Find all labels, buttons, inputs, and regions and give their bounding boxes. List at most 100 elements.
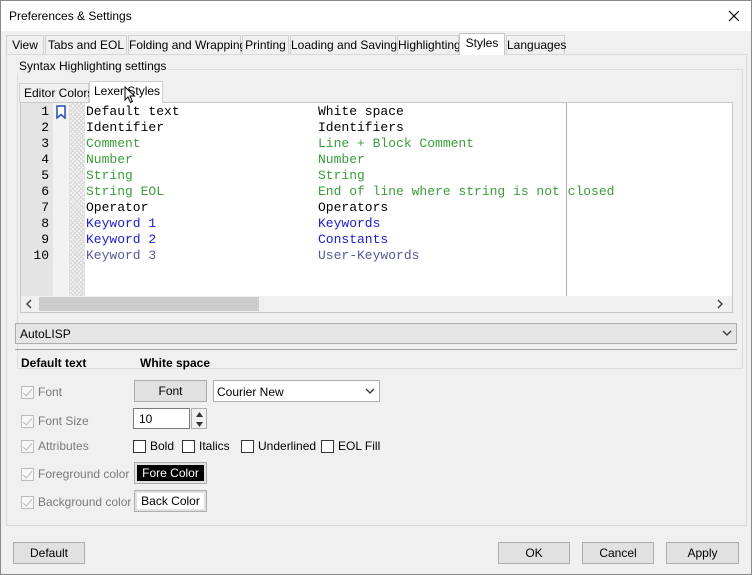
- style-description-text[interactable]: Identifiers: [318, 120, 404, 136]
- title-bar: Preferences & Settings: [1, 1, 751, 31]
- lexer-preview-editor[interactable]: 1 Default text White space 2 Identifier Ident…: [20, 102, 733, 313]
- foreground-checkbox[interactable]: [21, 467, 34, 481]
- apply-button[interactable]: Apply: [666, 542, 739, 564]
- back-color-button[interactable]: Back Color: [134, 490, 207, 512]
- tab-view[interactable]: View: [6, 35, 44, 55]
- style-description-text[interactable]: String: [318, 168, 365, 184]
- language-select[interactable]: AutoLISP: [15, 323, 737, 344]
- line-number: 4: [41, 152, 49, 167]
- style-description-text[interactable]: Keywords: [318, 216, 380, 232]
- bookmark-margin[interactable]: [53, 103, 69, 296]
- style-description-text[interactable]: Constants: [318, 232, 388, 248]
- line-number: 8: [41, 216, 49, 231]
- line-number: 1: [41, 104, 49, 119]
- style-description-text[interactable]: Line + Block Comment: [318, 136, 474, 152]
- underlined-checkbox-row[interactable]: Underlined: [241, 438, 316, 454]
- italics-checkbox[interactable]: [182, 439, 195, 453]
- style-name-text[interactable]: Keyword 2: [86, 232, 156, 248]
- style-description-text[interactable]: White space: [318, 104, 404, 120]
- attributes-checkbox[interactable]: [21, 439, 34, 453]
- eol-fill-checkbox-row[interactable]: EOL Fill: [321, 438, 380, 454]
- line-number: 7: [41, 200, 49, 215]
- bold-checkbox-row[interactable]: Bold: [133, 438, 174, 454]
- font-button[interactable]: Font: [134, 380, 207, 402]
- tab-styles[interactable]: Styles: [459, 33, 505, 55]
- horizontal-scrollbar[interactable]: [21, 296, 732, 312]
- line-number: 2: [41, 120, 49, 135]
- decrement-button[interactable]: [192, 419, 206, 429]
- line-number: 10: [33, 248, 49, 263]
- default-button[interactable]: Default: [13, 542, 85, 564]
- line-number: 6: [41, 184, 49, 199]
- scroll-right-button[interactable]: [712, 296, 728, 312]
- increment-button[interactable]: [192, 409, 206, 419]
- ok-button[interactable]: OK: [498, 542, 570, 564]
- separator: [15, 349, 737, 350]
- font-checkbox-row[interactable]: Font: [21, 384, 62, 400]
- line-number: 3: [41, 136, 49, 151]
- style-name: Default text: [21, 356, 87, 370]
- style-name-text[interactable]: Operator: [86, 200, 148, 216]
- tab-languages[interactable]: Languages: [506, 35, 566, 55]
- font-label: Font: [38, 385, 63, 399]
- fore-color-button[interactable]: Fore Color: [134, 462, 207, 484]
- eol-fill-label: EOL Fill: [338, 439, 381, 453]
- bookmark-icon: [56, 105, 66, 119]
- font-size-value: 10: [139, 412, 153, 426]
- triangle-down-icon: [195, 421, 203, 427]
- chevron-down-icon: [722, 330, 732, 336]
- chevron-left-icon: [26, 299, 32, 309]
- style-description-text[interactable]: End of line where string is not closed: [318, 184, 614, 200]
- close-button[interactable]: [717, 1, 751, 31]
- background-checkbox-row[interactable]: Background color: [21, 494, 131, 510]
- style-name-text[interactable]: Default text: [86, 104, 180, 120]
- chevron-right-icon: [717, 299, 723, 309]
- style-description-text[interactable]: Operators: [318, 200, 388, 216]
- triangle-up-icon: [195, 411, 203, 417]
- font-size-checkbox[interactable]: [21, 414, 34, 428]
- background-checkbox[interactable]: [21, 495, 34, 509]
- italics-label: Italics: [199, 439, 230, 453]
- font-name-value: Courier New: [217, 385, 284, 399]
- tab-folding-and-wrapping[interactable]: Folding and Wrapping: [128, 35, 246, 55]
- tab-loading-and-saving[interactable]: Loading and Saving: [290, 35, 397, 55]
- scroll-left-button[interactable]: [21, 296, 37, 312]
- mouse-cursor-icon: [124, 86, 136, 104]
- fore-color-swatch: Fore Color: [137, 465, 204, 481]
- bold-label: Bold: [150, 439, 175, 453]
- line-number: 9: [41, 232, 49, 247]
- window-title: Preferences & Settings: [9, 9, 132, 23]
- font-size-checkbox-row[interactable]: Font Size: [21, 413, 89, 429]
- tab-printing[interactable]: Printing: [242, 35, 289, 55]
- font-name-select[interactable]: Courier New: [213, 380, 380, 402]
- italics-checkbox-row[interactable]: Italics: [182, 438, 230, 454]
- scrollbar-thumb[interactable]: [39, 297, 259, 311]
- font-size-stepper[interactable]: [191, 408, 207, 429]
- font-size-input[interactable]: 10: [133, 408, 190, 429]
- preferences-dialog: Preferences & Settings View Tabs and EOL…: [0, 0, 752, 575]
- foreground-checkbox-row[interactable]: Foreground color: [21, 466, 129, 482]
- bold-checkbox[interactable]: [133, 439, 146, 453]
- style-name-text[interactable]: Keyword 3: [86, 248, 156, 264]
- style-description-text[interactable]: Number: [318, 152, 365, 168]
- tab-highlighting[interactable]: Highlighting: [397, 35, 461, 55]
- tab-tabs-and-eol[interactable]: Tabs and EOL: [45, 35, 127, 55]
- chevron-down-icon: [365, 388, 375, 394]
- style-name-text[interactable]: Identifier: [86, 120, 164, 136]
- attributes-checkbox-row[interactable]: Attributes: [21, 438, 89, 454]
- underlined-checkbox[interactable]: [241, 439, 254, 453]
- style-name-text[interactable]: Comment: [86, 136, 141, 152]
- style-name-text[interactable]: String EOL: [86, 184, 164, 200]
- style-name-text[interactable]: String: [86, 168, 133, 184]
- style-description: White space: [140, 356, 211, 370]
- tab-editor-colors[interactable]: Editor Colors: [19, 83, 93, 103]
- attributes-label: Attributes: [38, 439, 89, 453]
- eol-fill-checkbox[interactable]: [321, 439, 334, 453]
- fold-margin[interactable]: [69, 103, 85, 296]
- cancel-button[interactable]: Cancel: [582, 542, 654, 564]
- style-description-text[interactable]: User-Keywords: [318, 248, 419, 264]
- font-checkbox[interactable]: [21, 385, 34, 399]
- style-name-text[interactable]: Keyword 1: [86, 216, 156, 232]
- back-color-swatch: Back Color: [137, 493, 204, 509]
- style-name-text[interactable]: Number: [86, 152, 133, 168]
